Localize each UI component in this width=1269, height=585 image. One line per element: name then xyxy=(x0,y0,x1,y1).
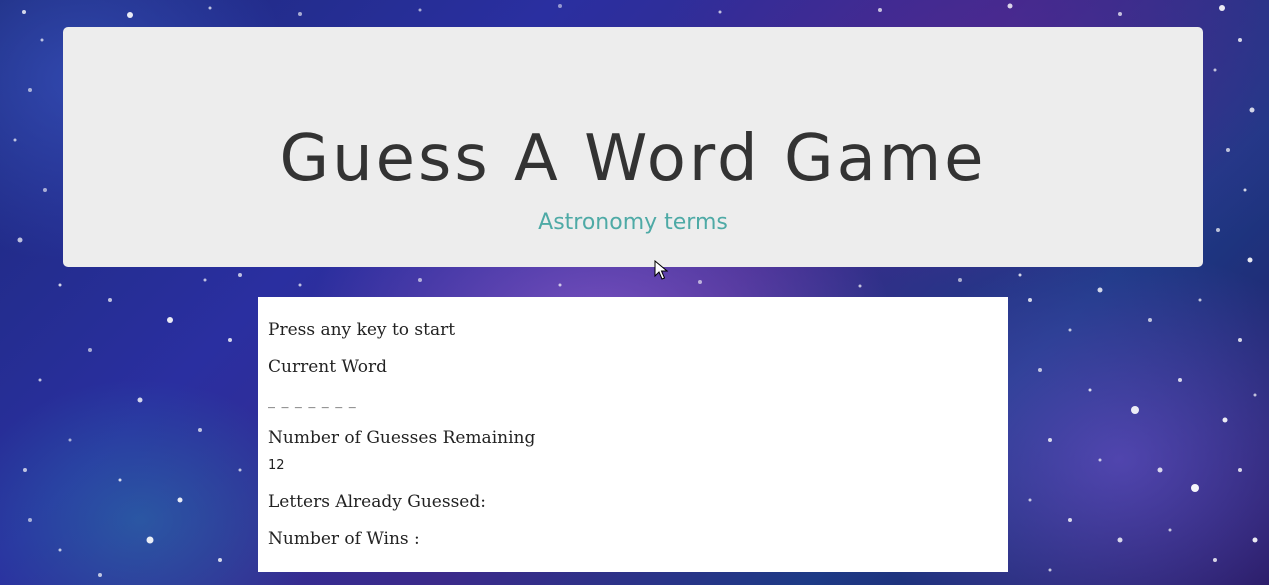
guesses-remaining-label: Number of Guesses Remaining xyxy=(268,428,536,448)
page-title: Guess A Word Game xyxy=(279,122,987,196)
game-panel: Press any key to start Current Word _ _ … xyxy=(258,297,1008,572)
current-word-label: Current Word xyxy=(268,357,388,377)
letters-guessed-label: Letters Already Guessed: xyxy=(268,492,486,512)
page-subtitle: Astronomy terms xyxy=(538,210,728,235)
current-word-display: _ _ _ _ _ _ _ xyxy=(268,393,357,409)
mouse-pointer-icon xyxy=(654,260,668,280)
guesses-remaining-value: 12 xyxy=(268,458,285,473)
start-prompt: Press any key to start xyxy=(268,320,456,340)
header-panel: Guess A Word Game Astronomy terms xyxy=(63,27,1203,267)
wins-label: Number of Wins : xyxy=(268,529,420,549)
